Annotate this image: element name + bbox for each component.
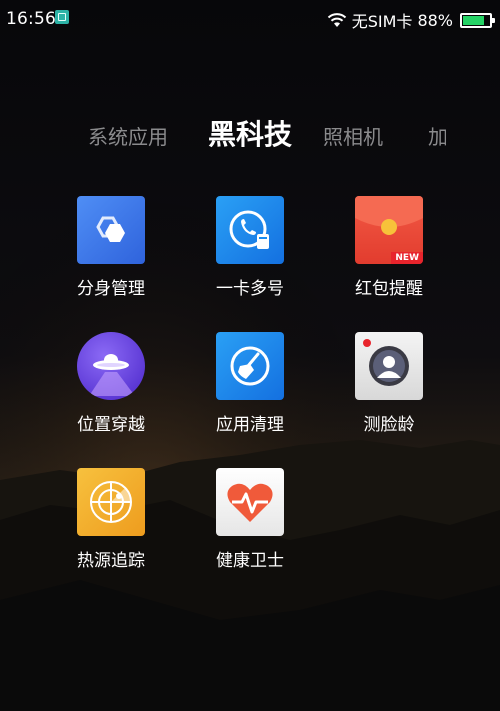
status-time: 16:56 <box>6 9 56 29</box>
tab-system-apps[interactable]: 系统应用 <box>88 121 168 150</box>
tab-black-tech[interactable]: 黑科技 <box>208 113 292 153</box>
red-envelope-icon: NEW <box>355 196 423 264</box>
app-label: 分身管理 <box>77 279 145 299</box>
new-badge: NEW <box>391 252 423 264</box>
app-location-travel[interactable]: 位置穿越 <box>51 332 171 435</box>
app-face-age[interactable]: 测脸龄 <box>329 332 449 435</box>
app-clone-manager[interactable]: 分身管理 <box>51 196 171 299</box>
screenshot-notification-icon <box>55 10 69 24</box>
app-label: 位置穿越 <box>77 415 145 435</box>
app-multi-number[interactable]: 一卡多号 <box>190 196 310 299</box>
tab-camera[interactable]: 照相机 <box>323 121 383 150</box>
app-label: 红包提醒 <box>355 279 423 299</box>
tab-next[interactable]: 加 <box>428 121 446 150</box>
app-label: 一卡多号 <box>216 279 284 299</box>
app-label: 测脸龄 <box>363 415 415 435</box>
sim-status: 无SIM卡 <box>351 12 413 31</box>
radar-icon <box>77 468 145 536</box>
app-cleaner[interactable]: 应用清理 <box>190 332 310 435</box>
wifi-icon <box>327 13 346 27</box>
app-label: 应用清理 <box>216 415 284 435</box>
battery-percent: 88% <box>417 10 453 30</box>
heart-guard-icon <box>216 468 284 536</box>
status-bar: 16:56 无SIM卡 88% <box>0 0 500 36</box>
app-label: 热源追踪 <box>77 551 145 571</box>
battery-icon <box>460 12 495 28</box>
clone-app-icon <box>77 196 145 264</box>
face-age-icon <box>355 332 423 400</box>
multi-number-icon <box>216 196 284 264</box>
app-heat-tracking[interactable]: 热源追踪 <box>51 468 171 571</box>
app-label: 健康卫士 <box>216 551 284 571</box>
app-health-guard[interactable]: 健康卫士 <box>190 468 310 571</box>
ufo-icon <box>77 332 145 400</box>
broom-icon <box>216 332 284 400</box>
app-red-envelope[interactable]: NEW 红包提醒 <box>329 196 449 299</box>
category-tabs: 系统应用 黑科技 照相机 加 <box>0 105 500 165</box>
